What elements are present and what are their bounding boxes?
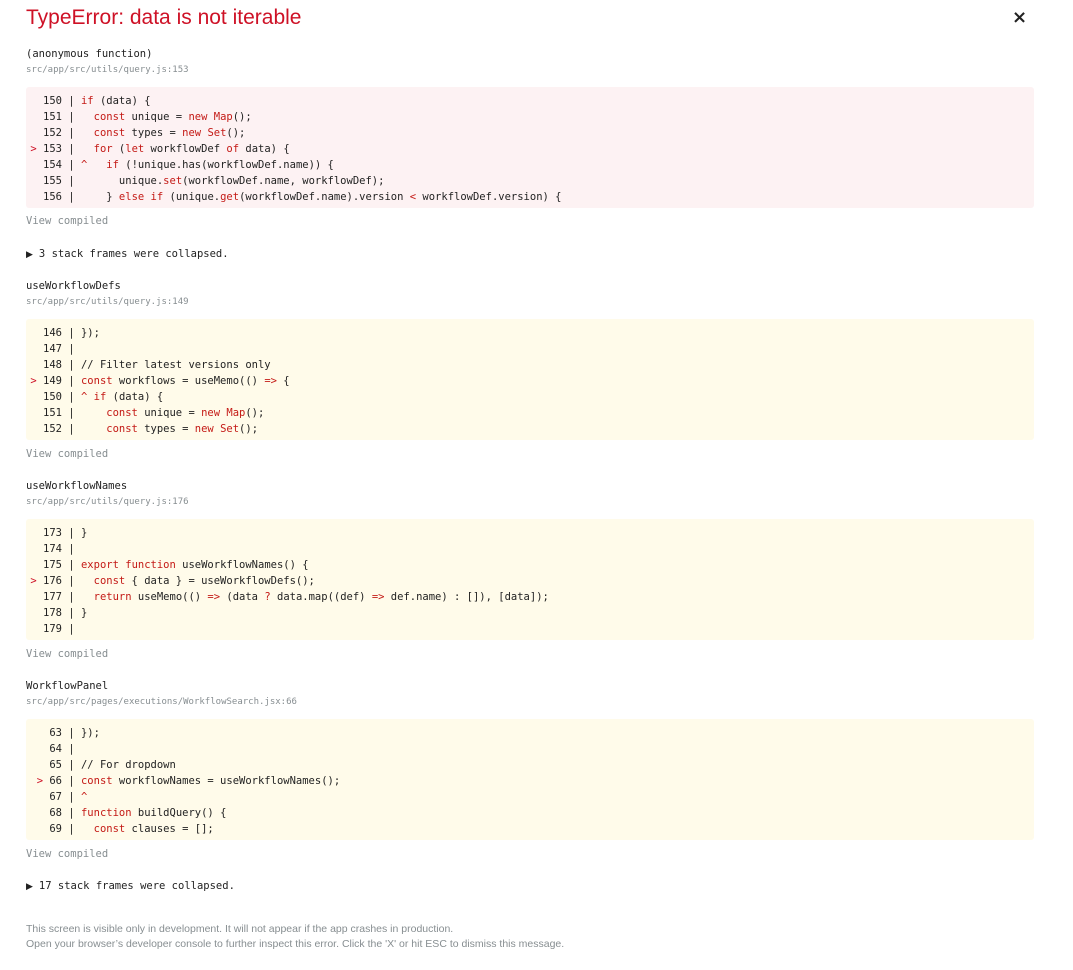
- frame-function-name: WorkflowPanel: [26, 680, 109, 692]
- code-line: 65 | // For dropdown: [49, 759, 176, 771]
- code-line: 174 |: [43, 543, 75, 555]
- code-line: 63 | });: [49, 727, 100, 739]
- code-line: 152 | const types = new Set();: [43, 127, 246, 139]
- frame-location[interactable]: src/app/src/utils/query.js:153: [26, 64, 189, 76]
- code-line: 151 | const unique = new Map();: [43, 407, 265, 419]
- view-compiled-link[interactable]: View compiled: [26, 447, 108, 461]
- collapsed-frames-label: 17 stack frames were collapsed.: [38, 880, 235, 892]
- code-line: 179 |: [43, 623, 75, 635]
- triangle-right-icon: ▶: [26, 250, 33, 260]
- code-line: 152 | const types = new Set();: [43, 423, 259, 435]
- frame-location[interactable]: src/app/src/utils/query.js:149: [26, 296, 189, 308]
- code-line-highlighted: > 176 | const { data } = useWorkflowDefs…: [30, 575, 315, 587]
- code-line: 156 | } else if (unique.get(workflowDef.…: [43, 191, 562, 203]
- dev-footer: This screen is visible only in developme…: [26, 922, 564, 952]
- code-snippet: 150 | if (data) { 151 | const unique = n…: [26, 87, 1034, 208]
- code-line: 155 | unique.set(workflowDef.name, workf…: [43, 175, 385, 187]
- code-line: 150 | if (data) {: [43, 95, 151, 107]
- frame-function-name: useWorkflowNames: [26, 480, 128, 492]
- code-line: 148 | // Filter latest versions only: [43, 359, 271, 371]
- code-snippet: 173 | } 174 | 175 | export function useW…: [26, 519, 1034, 640]
- code-line-highlighted: > 66 | const workflowNames = useWorkflow…: [36, 775, 341, 787]
- code-line: 177 | return useMemo(() => (data ? data.…: [43, 591, 549, 603]
- error-title: TypeError: data is not iterable: [26, 6, 302, 29]
- frame-location[interactable]: src/app/src/pages/executions/WorkflowSea…: [26, 696, 297, 708]
- code-line: 146 | });: [43, 327, 100, 339]
- triangle-right-icon: ▶: [26, 882, 33, 892]
- collapsed-frames-toggle[interactable]: ▶ 17 stack frames were collapsed.: [26, 879, 235, 894]
- frame-function-name: (anonymous function): [26, 48, 153, 60]
- frame-location[interactable]: src/app/src/utils/query.js:176: [26, 496, 189, 508]
- code-line-highlighted: > 153 | for (let workflowDef of data) {: [30, 143, 290, 155]
- code-line: 150 | ^ if (data) {: [43, 391, 164, 403]
- code-line: 173 | }: [43, 527, 88, 539]
- code-line: 68 | function buildQuery() {: [49, 807, 227, 819]
- code-line: 175 | export function useWorkflowNames()…: [43, 559, 309, 571]
- close-icon[interactable]: ×: [1012, 8, 1027, 28]
- code-snippet: 63 | }); 64 | 65 | // For dropdown > 66 …: [26, 719, 1034, 840]
- code-line: 154 | ^ if (!unique.has(workflowDef.name…: [43, 159, 334, 171]
- view-compiled-link[interactable]: View compiled: [26, 214, 108, 228]
- collapsed-frames-label: 3 stack frames were collapsed.: [38, 248, 229, 260]
- code-line: 69 | const clauses = [];: [49, 823, 214, 835]
- code-line: 147 |: [43, 343, 75, 355]
- frame-function-name: useWorkflowDefs: [26, 280, 121, 292]
- code-line: 178 | }: [43, 607, 88, 619]
- view-compiled-link[interactable]: View compiled: [26, 847, 108, 861]
- footer-line: Open your browser’s developer console to…: [26, 938, 565, 950]
- collapsed-frames-toggle[interactable]: ▶ 3 stack frames were collapsed.: [26, 247, 229, 262]
- footer-line: This screen is visible only in developme…: [26, 923, 454, 935]
- code-line: 64 |: [49, 743, 75, 755]
- code-line: 67 | ^: [49, 791, 88, 803]
- view-compiled-link[interactable]: View compiled: [26, 647, 108, 661]
- code-line-highlighted: > 149 | const workflows = useMemo(() => …: [30, 375, 290, 387]
- code-snippet: 146 | }); 147 | 148 | // Filter latest v…: [26, 319, 1034, 440]
- code-line: 151 | const unique = new Map();: [43, 111, 252, 123]
